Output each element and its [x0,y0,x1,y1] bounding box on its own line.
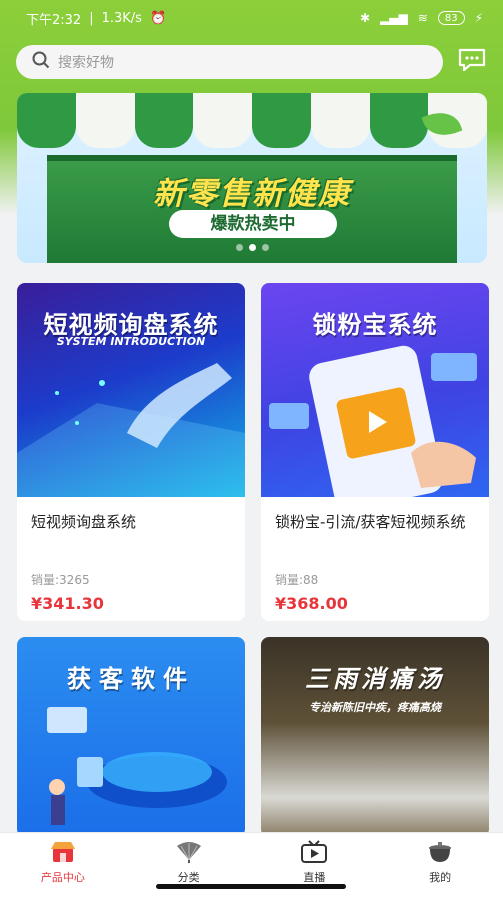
search-row: 搜索好物 [16,44,487,80]
carousel-dots [17,244,487,251]
product-price: ¥341.30 [31,594,104,613]
product-thumbnail: 三雨消痛汤 专治新陈旧中疾，疼痛高烧 [261,637,489,837]
search-placeholder: 搜索好物 [58,55,114,71]
data-platform-icon [47,707,227,825]
home-indicator[interactable] [156,884,346,889]
product-thumbnail: 短视频询盘系统 SYSTEM INTRODUCTION [17,283,245,497]
awning-decoration [17,93,487,148]
product-sales: 销量:3265 [31,573,90,587]
tab-mine[interactable]: 我的 [377,833,503,897]
tab-label: 我的 [429,871,452,884]
status-time: 下午2:32 [26,12,82,28]
tv-icon [300,839,328,865]
bluetooth-icon: ✱ [360,11,371,25]
product-name: 锁粉宝-引流/获客短视频系统 [275,513,466,531]
tab-label: 直播 [303,871,326,884]
status-divider: | [89,10,94,26]
pot-icon [426,839,454,865]
phone-play-icon [269,345,477,497]
search-input[interactable]: 搜索好物 [16,45,443,79]
robot-hand-icon [17,363,245,497]
banner-subtitle: 爆款热卖中 [169,210,337,238]
product-grid: 短视频询盘系统 SYSTEM INTRODUCTION 短视频询盘系统 销量:3… [17,283,489,837]
product-card[interactable]: 锁粉宝系统 锁粉宝-引流/获客短视频系统 销量:88 ¥368.00 [261,283,489,621]
tab-product-center[interactable]: 产品中心 [0,833,126,897]
tab-label: 分类 [177,871,200,884]
fan-icon [175,839,203,865]
product-thumbnail: 锁粉宝系统 [261,283,489,497]
signal-icon: ▂▄▆ [380,11,408,25]
carousel-dot-active[interactable] [248,244,256,251]
product-card[interactable]: 三雨消痛汤 专治新陈旧中疾，疼痛高烧 [261,637,489,837]
product-sales: 销量:88 [275,573,319,587]
product-card[interactable]: 短视频询盘系统 SYSTEM INTRODUCTION 短视频询盘系统 销量:3… [17,283,245,621]
carousel-dot[interactable] [261,244,269,251]
chat-icon [458,48,486,76]
alarm-icon: ⏰ [149,10,167,26]
charging-icon: ⚡ [474,11,483,25]
battery-indicator: 83 [437,11,465,25]
thumbnail-subtitle: 专治新陈旧中疾，疼痛高烧 [309,701,441,714]
search-icon [32,51,50,73]
status-bar: 下午2:32 | 1.3K/s ⏰ ✱ ▂▄▆ ≋ 83 ⚡ [0,0,503,36]
promo-banner[interactable]: 新零售新健康 爆款热卖中 [17,93,487,263]
product-name: 短视频询盘系统 [31,513,137,531]
wifi-icon: ≋ [417,11,428,25]
thumbnail-title: 三雨消痛汤 [305,665,445,693]
banner-title: 新零售新健康 [153,176,351,212]
product-thumbnail: 获客软件 [17,637,245,837]
store-icon [49,839,77,865]
carousel-dot[interactable] [235,244,243,251]
message-button[interactable] [457,48,487,76]
status-speed: 1.3K/s [101,10,142,26]
tab-label: 产品中心 [40,871,85,884]
product-card[interactable]: 获客软件 [17,637,245,837]
product-price: ¥368.00 [275,594,348,613]
